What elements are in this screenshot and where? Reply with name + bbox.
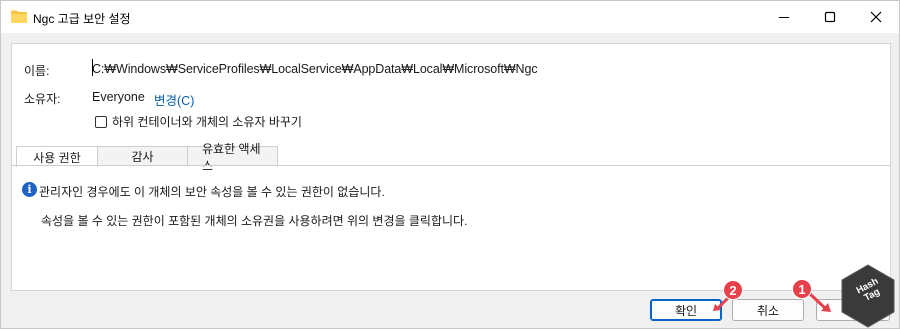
tab-effective-access[interactable]: 유효한 액세스 bbox=[187, 142, 278, 173]
annotation-badge-ok: 2 bbox=[723, 280, 743, 300]
tab-auditing[interactable]: 감사 bbox=[97, 146, 188, 166]
window-title: Ngc 고급 보안 설정 bbox=[33, 12, 131, 26]
close-icon bbox=[870, 11, 882, 23]
replace-owner-checkbox-row[interactable]: 하위 컨테이너와 개체의 소유자 바꾸기 bbox=[95, 113, 302, 130]
annotation-arrow bbox=[807, 291, 831, 312]
cancel-button[interactable]: 취소 bbox=[732, 299, 804, 321]
replace-owner-checkbox[interactable] bbox=[95, 115, 107, 128]
title-bar[interactable]: Ngc 고급 보안 설정 bbox=[1, 1, 899, 33]
owner-label: 소유자: bbox=[24, 92, 61, 106]
tab-divider bbox=[12, 165, 890, 166]
take-ownership-hint: 속성을 볼 수 있는 권한이 포함된 개체의 소유권을 사용하려면 위의 변경을… bbox=[41, 214, 468, 228]
security-settings-window: Ngc 고급 보안 설정 이름: C:₩Windows₩ServiceProfi… bbox=[0, 0, 900, 329]
tab-strip: 사용 권한 감사 유효한 액세스 bbox=[16, 142, 278, 173]
info-icon: i bbox=[22, 182, 37, 197]
no-permission-message: 관리자인 경우에도 이 개체의 보안 속성을 볼 수 있는 권한이 없습니다. bbox=[39, 185, 385, 199]
owner-value: Everyone bbox=[92, 90, 145, 104]
name-label: 이름: bbox=[24, 64, 50, 78]
content-panel: 이름: C:₩Windows₩ServiceProfiles₩LocalServ… bbox=[11, 43, 891, 291]
change-owner-link[interactable]: 변경(C) bbox=[154, 90, 194, 109]
annotation-badge-apply: 1 bbox=[792, 279, 812, 299]
maximize-icon bbox=[824, 11, 836, 23]
minimize-icon bbox=[779, 17, 789, 18]
close-button[interactable] bbox=[853, 1, 899, 33]
replace-owner-label: 하위 컨테이너와 개체의 소유자 바꾸기 bbox=[112, 115, 302, 129]
tab-permissions[interactable]: 사용 권한 bbox=[16, 146, 98, 167]
minimize-button[interactable] bbox=[761, 1, 807, 33]
maximize-button[interactable] bbox=[807, 1, 853, 33]
folder-icon bbox=[11, 10, 27, 23]
object-path-value[interactable]: C:₩Windows₩ServiceProfiles₩LocalService₩… bbox=[92, 62, 538, 76]
